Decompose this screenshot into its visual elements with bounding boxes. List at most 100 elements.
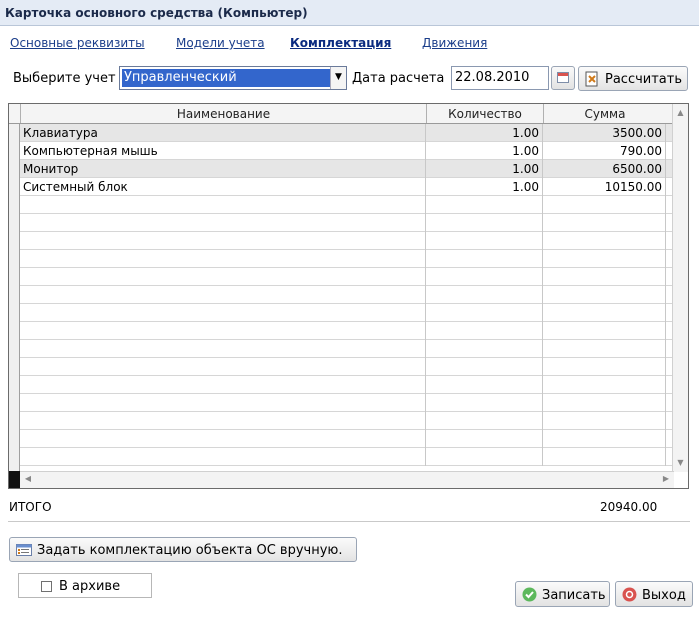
cell-sum — [543, 340, 666, 358]
cell-quantity — [426, 340, 543, 358]
cell-sum — [543, 214, 666, 232]
cell-quantity — [426, 214, 543, 232]
cell-quantity — [426, 322, 543, 340]
cell-name — [20, 304, 426, 322]
scroll-up-icon[interactable]: ▲ — [674, 106, 687, 120]
cell-sum — [543, 196, 666, 214]
cell-sum — [543, 412, 666, 430]
exit-button[interactable]: Выход — [615, 581, 693, 607]
calculate-button-label: Рассчитать — [605, 72, 683, 87]
calculate-button[interactable]: Рассчитать — [578, 66, 688, 91]
tab-components[interactable]: Комплектация — [290, 36, 391, 50]
cell-sum — [543, 376, 666, 394]
exit-button-label: Выход — [642, 588, 686, 603]
table-row[interactable] — [20, 376, 674, 394]
cell-name: Клавиатура — [20, 124, 426, 142]
cell-quantity: 1.00 — [426, 178, 543, 196]
save-button-label: Записать — [542, 588, 606, 603]
table-row[interactable] — [20, 430, 674, 448]
table-row[interactable]: Клавиатура 1.00 3500.00 — [20, 124, 674, 142]
row-selector-column — [9, 104, 20, 472]
scroll-down-icon[interactable]: ▼ — [674, 456, 687, 470]
cell-sum — [543, 394, 666, 412]
cell-name — [20, 376, 426, 394]
cell-sum — [543, 304, 666, 322]
table-row[interactable]: Компьютерная мышь 1.00 790.00 — [20, 142, 674, 160]
cell-sum — [543, 250, 666, 268]
archive-group: В архиве — [18, 573, 152, 598]
checkmark-icon — [522, 587, 537, 602]
cell-sum: 10150.00 — [543, 178, 666, 196]
cell-name: Компьютерная мышь — [20, 142, 426, 160]
table-row[interactable] — [20, 448, 674, 466]
cell-sum — [543, 322, 666, 340]
table-row[interactable] — [20, 412, 674, 430]
horizontal-scrollbar[interactable]: ◀ ▶ — [20, 471, 674, 488]
table-row[interactable] — [20, 358, 674, 376]
vertical-scrollbar[interactable]: ▲ ▼ — [672, 104, 688, 472]
components-table: Наименование Количество Сумма Клавиатура… — [8, 103, 689, 489]
chevron-down-icon[interactable]: ▼ — [330, 67, 346, 89]
calendar-button[interactable] — [551, 66, 575, 90]
cell-quantity — [426, 250, 543, 268]
cell-quantity — [426, 358, 543, 376]
cell-sum — [543, 232, 666, 250]
table-row[interactable] — [20, 196, 674, 214]
tab-main-details[interactable]: Основные реквизиты — [10, 36, 145, 50]
cell-quantity — [426, 268, 543, 286]
save-button[interactable]: Записать — [515, 581, 610, 607]
cell-sum — [543, 358, 666, 376]
date-input[interactable]: 22.08.2010 — [451, 66, 549, 90]
power-off-icon — [622, 587, 637, 602]
table-corner — [9, 471, 20, 488]
column-header-quantity[interactable]: Количество — [426, 104, 543, 123]
tab-movements[interactable]: Движения — [422, 36, 487, 50]
column-header-name[interactable]: Наименование — [20, 104, 426, 123]
cell-quantity: 1.00 — [426, 142, 543, 160]
cell-name — [20, 214, 426, 232]
cell-sum: 790.00 — [543, 142, 666, 160]
cell-name — [20, 448, 426, 466]
cell-sum — [543, 448, 666, 466]
list-icon — [16, 544, 32, 556]
cell-name — [20, 322, 426, 340]
table-row[interactable] — [20, 340, 674, 358]
table-row[interactable] — [20, 394, 674, 412]
table-row[interactable] — [20, 232, 674, 250]
cell-name: Монитор — [20, 160, 426, 178]
column-header-sum[interactable]: Сумма — [543, 104, 666, 123]
table-row[interactable]: Монитор 1.00 6500.00 — [20, 160, 674, 178]
cell-name — [20, 286, 426, 304]
divider — [8, 521, 690, 522]
total-label: ИТОГО — [9, 500, 52, 514]
scroll-left-icon[interactable]: ◀ — [22, 474, 34, 487]
date-label: Дата расчета — [352, 71, 445, 86]
cell-quantity — [426, 376, 543, 394]
table-row[interactable] — [20, 322, 674, 340]
cell-quantity — [426, 394, 543, 412]
accounting-select-value: Управленческий — [122, 69, 330, 87]
cell-sum — [543, 268, 666, 286]
cell-quantity — [426, 196, 543, 214]
cell-name — [20, 394, 426, 412]
table-row[interactable] — [20, 214, 674, 232]
table-row[interactable] — [20, 304, 674, 322]
cell-quantity — [426, 430, 543, 448]
cell-sum: 3500.00 — [543, 124, 666, 142]
total-value: 20940.00 — [600, 500, 658, 514]
table-row[interactable] — [20, 286, 674, 304]
cell-name — [20, 358, 426, 376]
manual-components-button[interactable]: Задать комплектацию объекта ОС вручную. — [9, 537, 357, 562]
cell-name — [20, 196, 426, 214]
cell-quantity — [426, 232, 543, 250]
table-row[interactable] — [20, 250, 674, 268]
scroll-right-icon[interactable]: ▶ — [660, 474, 672, 487]
table-row[interactable] — [20, 268, 674, 286]
tab-accounting-models[interactable]: Модели учета — [176, 36, 265, 50]
cell-name — [20, 250, 426, 268]
accounting-select[interactable]: Управленческий ▼ — [119, 66, 347, 90]
cell-name — [20, 412, 426, 430]
table-row[interactable]: Системный блок 1.00 10150.00 — [20, 178, 674, 196]
calendar-icon — [557, 72, 569, 83]
archive-checkbox[interactable] — [41, 581, 52, 592]
